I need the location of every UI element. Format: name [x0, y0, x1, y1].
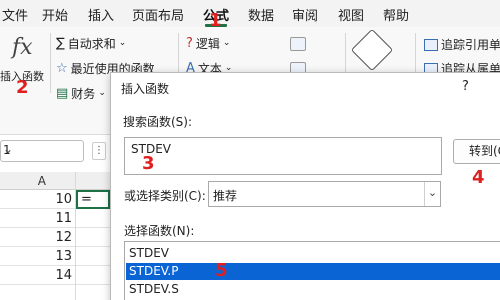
- logical-button[interactable]: ? 逻辑 ⌄: [186, 35, 230, 52]
- trace-precedents-icon: [424, 38, 438, 51]
- tab-page-layout[interactable]: 页面布局: [132, 5, 184, 24]
- financial-label: 财务: [71, 87, 96, 101]
- column-header-a[interactable]: A: [0, 172, 74, 190]
- chevron-down-icon: ⌄: [222, 38, 231, 48]
- help-button[interactable]: ?: [462, 79, 469, 94]
- cell-value[interactable]: 10: [0, 190, 74, 209]
- ribbon-tab-bar: 文件 开始 插入 页面布局 公式 数据 审阅 视图 帮助: [0, 0, 500, 27]
- step-annotation-1: 1: [209, 10, 222, 31]
- question-book-icon: ?: [186, 36, 193, 51]
- ribbon-divider: [50, 33, 51, 93]
- trace-precedents-label: 追踪引用单: [441, 38, 500, 52]
- name-manager-icon[interactable]: [350, 28, 394, 72]
- tab-help[interactable]: 帮助: [383, 5, 409, 24]
- dialog-title: 插入函数: [121, 82, 170, 96]
- tab-view[interactable]: 视图: [338, 5, 364, 24]
- more-options-icon[interactable]: ⋮: [92, 142, 106, 160]
- calculator-icon: ▤: [56, 86, 69, 101]
- table-row: 11: [0, 209, 110, 228]
- tab-insert[interactable]: 插入: [88, 5, 114, 24]
- select-function-label: 选择函数(N):: [124, 224, 195, 238]
- active-cell[interactable]: =: [76, 190, 110, 209]
- fx-icon: fx: [12, 35, 33, 60]
- cell[interactable]: [76, 266, 110, 285]
- cell-value[interactable]: 14: [0, 266, 74, 285]
- tab-home[interactable]: 开始: [42, 5, 68, 24]
- column-header-row: A: [0, 172, 110, 190]
- table-row: 14: [0, 266, 110, 285]
- table-row: 13: [0, 247, 110, 266]
- cell[interactable]: [76, 228, 110, 247]
- search-function-input[interactable]: STDEV: [124, 137, 442, 175]
- insert-function-dialog: 插入函数 ? 搜索函数(S): STDEV 转到(G 或选择类别(C): 推荐 …: [110, 72, 500, 300]
- list-item[interactable]: STDEV: [126, 245, 500, 262]
- step-annotation-5: 5: [215, 260, 228, 281]
- cell-value[interactable]: 11: [0, 209, 74, 228]
- logical-label: 逻辑: [195, 37, 220, 51]
- name-box[interactable]: 1 ⌄: [0, 140, 84, 162]
- category-value: 推荐: [213, 189, 238, 203]
- tab-file[interactable]: 文件: [2, 5, 28, 24]
- chevron-down-icon: ⌄: [98, 88, 106, 98]
- step-annotation-4: 4: [472, 167, 485, 188]
- table-row: 12: [0, 228, 110, 247]
- step-annotation-2: 2: [16, 77, 29, 98]
- autosum-label: 自动求和: [67, 37, 116, 51]
- sigma-icon: ∑: [56, 36, 65, 51]
- step-annotation-3: 3: [142, 153, 155, 174]
- tab-review[interactable]: 审阅: [292, 5, 318, 24]
- function-list[interactable]: STDEV STDEV.P STDEV.S: [124, 241, 500, 300]
- chevron-down-icon: ⌄: [118, 38, 127, 48]
- cell[interactable]: [76, 247, 110, 266]
- chevron-down-icon[interactable]: ⌄: [424, 182, 440, 206]
- autosum-button[interactable]: ∑ 自动求和 ⌄: [56, 35, 126, 52]
- tab-data[interactable]: 数据: [248, 5, 274, 24]
- trace-precedents-button[interactable]: 追踪引用单: [424, 36, 500, 53]
- cell-value[interactable]: 12: [0, 228, 74, 247]
- chevron-down-icon[interactable]: ⌄: [3, 142, 79, 156]
- spreadsheet-grid: A 10 = 11 12 13 14: [0, 172, 110, 300]
- table-row: 10 =: [0, 190, 110, 209]
- category-select[interactable]: 推荐 ⌄: [208, 181, 441, 207]
- star-icon: ☆: [56, 61, 68, 76]
- cell[interactable]: [76, 209, 110, 228]
- search-function-label: 搜索函数(S):: [123, 115, 193, 129]
- lookup-icon[interactable]: [290, 37, 306, 51]
- formula-bar-row: 1 ⌄ ⋮: [0, 137, 110, 165]
- go-button[interactable]: 转到(G: [453, 139, 500, 164]
- financial-button[interactable]: ▤ 财务 ⌄: [56, 85, 106, 102]
- list-item[interactable]: STDEV.S: [126, 281, 500, 298]
- column-divider: [75, 172, 76, 300]
- cell-value[interactable]: 13: [0, 247, 74, 266]
- list-item-selected[interactable]: STDEV.P: [126, 263, 500, 280]
- category-label: 或选择类别(C):: [124, 189, 206, 203]
